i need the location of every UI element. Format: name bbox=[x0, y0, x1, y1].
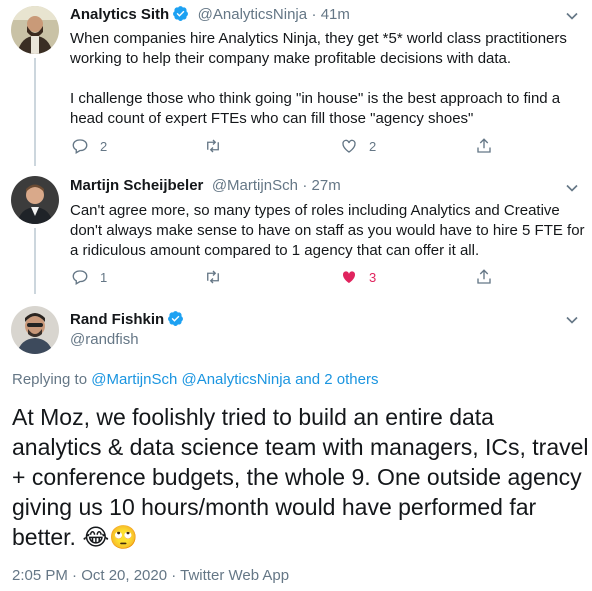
tweet-text-line: analytics & data science team with manag… bbox=[12, 434, 589, 460]
tweet-text-line: I challenge those who think going "in ho… bbox=[70, 90, 561, 107]
chevron-down-icon[interactable] bbox=[562, 178, 582, 198]
retweet-button[interactable] bbox=[204, 137, 222, 155]
heart-filled-icon bbox=[342, 271, 356, 283]
like-button[interactable]: 3 bbox=[340, 268, 376, 286]
chevron-down-icon[interactable] bbox=[562, 6, 582, 26]
tweet-time[interactable]: · 27m bbox=[302, 177, 340, 194]
tweet-text-line: head count of expert FTEs who can fill t… bbox=[70, 110, 474, 127]
like-count: 2 bbox=[369, 138, 377, 154]
author-name[interactable]: Rand Fishkin bbox=[70, 311, 164, 328]
author-name[interactable]: Martijn Scheijbeler bbox=[70, 177, 203, 194]
thread-line bbox=[34, 58, 36, 166]
author-handle[interactable]: @MartijnSch bbox=[212, 177, 298, 194]
retweet-icon bbox=[207, 270, 219, 284]
tweet-text-line: better. bbox=[12, 524, 76, 550]
verified-badge-icon bbox=[173, 6, 189, 21]
tweet-text-line: + conference budgets, the whole 9. One o… bbox=[12, 464, 582, 490]
replying-to-link[interactable]: @MartijnSch @AnalyticsNinja and 2 others bbox=[91, 371, 378, 388]
tweet-header: Martijn Scheijbeler @MartijnSch · 27m bbox=[70, 177, 341, 195]
tweet-header: Analytics Sith @AnalyticsNinja · 41m bbox=[70, 5, 350, 24]
chevron-down-icon[interactable] bbox=[562, 310, 582, 330]
share-icon bbox=[477, 138, 491, 153]
share-button[interactable] bbox=[475, 268, 493, 286]
like-button[interactable]: 2 bbox=[340, 137, 376, 155]
verified-badge-icon bbox=[168, 311, 184, 326]
tweet-text-line: a ridiculous amount compared to 1 agency… bbox=[70, 242, 480, 259]
tweet-text-line: When companies hire Analytics Ninja, the… bbox=[70, 30, 567, 47]
heart-icon bbox=[342, 139, 356, 153]
tweet-text-line: giving us 10 hours/month would have perf… bbox=[12, 494, 537, 520]
avatar[interactable] bbox=[11, 6, 59, 54]
reply-icon bbox=[72, 270, 88, 285]
retweet-button[interactable] bbox=[204, 268, 222, 286]
share-button[interactable] bbox=[475, 137, 493, 155]
emoji: 😂🙄 bbox=[82, 524, 138, 550]
tweet-meta[interactable]: 2:05 PM · Oct 20, 2020 · Twitter Web App bbox=[12, 567, 289, 584]
reply-button[interactable]: 1 bbox=[71, 268, 107, 286]
main-tweet-text: At Moz, we foolishly tried to build an e… bbox=[12, 402, 589, 552]
reply-icon bbox=[72, 139, 88, 154]
avatar[interactable] bbox=[11, 176, 59, 224]
like-count: 3 bbox=[369, 269, 377, 285]
reply-count: 1 bbox=[100, 269, 108, 285]
retweet-icon bbox=[207, 139, 219, 153]
tweet-text-line: don't always make sense to have on staff… bbox=[70, 222, 585, 239]
tweet-text-line: Can't agree more, so many types of roles… bbox=[70, 202, 560, 219]
tweet-header: Rand Fishkin bbox=[70, 310, 184, 329]
reply-count: 2 bbox=[100, 138, 108, 154]
author-name[interactable]: Analytics Sith bbox=[70, 6, 169, 23]
share-icon bbox=[477, 269, 491, 284]
tweet-time[interactable]: · 41m bbox=[312, 6, 350, 23]
replying-to: Replying to @MartijnSch @AnalyticsNinja … bbox=[12, 371, 378, 388]
replying-to-prefix: Replying to bbox=[12, 371, 92, 388]
author-handle[interactable]: @AnalyticsNinja bbox=[198, 6, 307, 23]
author-handle[interactable]: @randfish bbox=[70, 331, 139, 348]
tweet-text-line: At Moz, we foolishly tried to build an e… bbox=[12, 404, 494, 430]
thread-line bbox=[34, 228, 36, 294]
avatar[interactable] bbox=[11, 306, 59, 354]
reply-button[interactable]: 2 bbox=[71, 137, 107, 155]
tweet-text-line: working to help their company make profi… bbox=[70, 50, 512, 67]
